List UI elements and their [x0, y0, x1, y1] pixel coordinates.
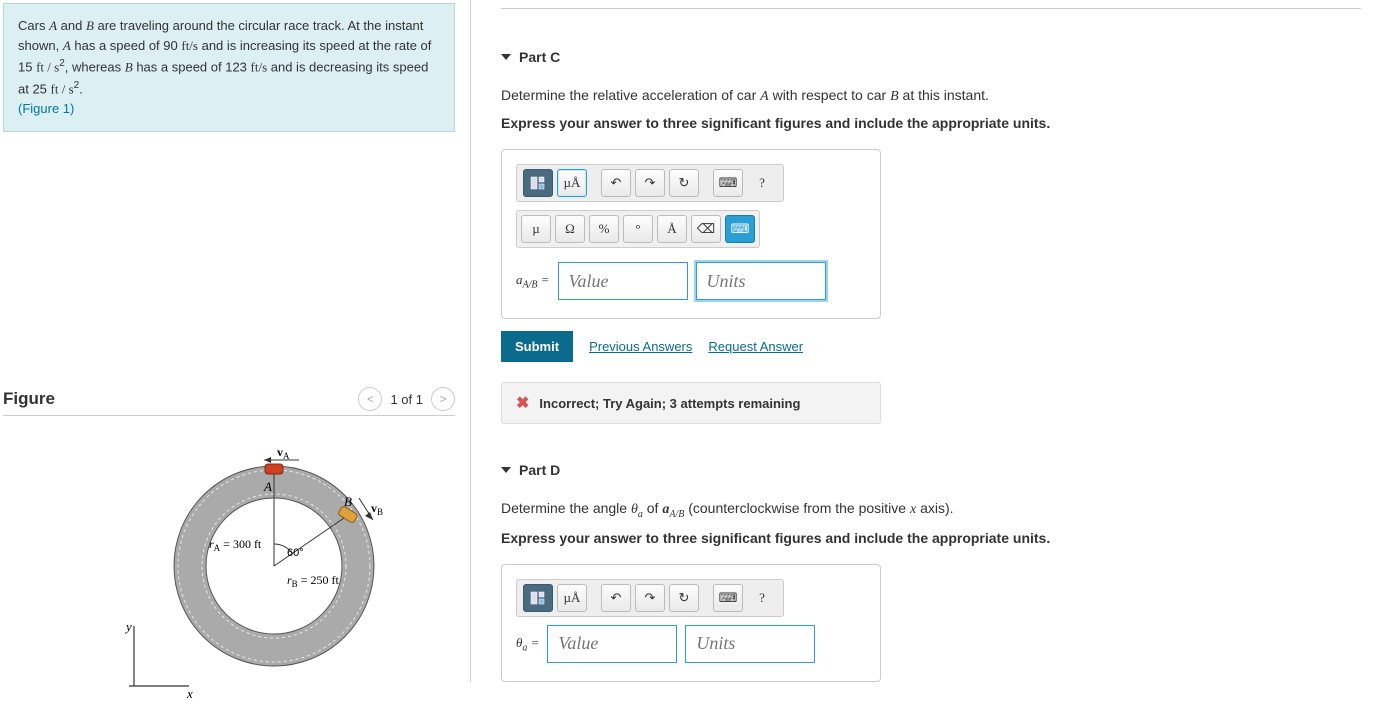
backspace-button[interactable]: ⌫	[691, 215, 721, 243]
part-d-header[interactable]: Part D	[501, 462, 1361, 478]
divider	[501, 8, 1361, 9]
txt: .	[79, 81, 83, 96]
special-chars-button[interactable]: µÅ	[557, 169, 587, 197]
value-input[interactable]	[547, 625, 677, 663]
value-input[interactable]	[558, 262, 688, 300]
part-c-header[interactable]: Part C	[501, 49, 1361, 65]
unit: ft / s	[51, 81, 74, 96]
var-a: A	[63, 38, 71, 53]
part-d-title: Part D	[519, 462, 560, 478]
help-button[interactable]: ?	[747, 584, 777, 612]
angstrom-button[interactable]: Å	[657, 215, 687, 243]
txt: at this instant.	[899, 87, 989, 103]
svg-text:vB: vB	[371, 501, 383, 517]
txt: has a speed of 90	[71, 38, 182, 53]
templates-button[interactable]	[523, 169, 553, 197]
figure-heading: Figure	[3, 389, 55, 409]
feedback-text: Incorrect; Try Again; 3 attempts remaini…	[539, 396, 800, 411]
figure-image: y x 60° vA A	[3, 436, 455, 706]
txt: axis).	[916, 500, 953, 516]
txt: Determine the angle	[501, 500, 631, 516]
collapse-icon	[501, 467, 511, 473]
var-b: B	[125, 60, 133, 75]
txt: (counterclockwise from the positive	[684, 500, 910, 516]
txt: has a speed of 123	[133, 60, 251, 75]
part-d-instruction: Express your answer to three significant…	[501, 530, 1361, 546]
txt: with respect to car	[769, 87, 890, 103]
degree-button[interactable]: °	[623, 215, 653, 243]
percent-button[interactable]: %	[589, 215, 619, 243]
previous-answers-link[interactable]: Previous Answers	[589, 339, 692, 354]
reset-button[interactable]: ↻	[669, 584, 699, 612]
part-c-title: Part C	[519, 49, 560, 65]
unit: ft/s	[181, 38, 198, 53]
txt: of	[643, 500, 662, 516]
incorrect-icon: ✖	[516, 393, 529, 413]
txt: Determine the relative acceleration of c…	[501, 87, 760, 103]
figure-header: Figure < 1 of 1 >	[3, 387, 455, 416]
submit-button[interactable]: Submit	[501, 331, 573, 362]
pager-prev-button[interactable]: <	[358, 387, 382, 411]
templates-button[interactable]	[523, 584, 553, 612]
special-char-palette: µ Ω % ° Å ⌫ ⌨	[516, 210, 760, 248]
unit: ft/s	[251, 60, 268, 75]
svg-text:60°: 60°	[287, 547, 304, 559]
units-input[interactable]	[696, 262, 826, 300]
omega-button[interactable]: Ω	[555, 215, 585, 243]
redo-button[interactable]: ↷	[635, 169, 665, 197]
pager-next-button[interactable]: >	[431, 387, 455, 411]
problem-statement: Cars A and B are traveling around the ci…	[3, 3, 455, 132]
reset-button[interactable]: ↻	[669, 169, 699, 197]
figure-link[interactable]: (Figure 1)	[18, 101, 74, 116]
answer-toolbar: µÅ ↶ ↷ ↻ ⌨ ?	[516, 164, 784, 202]
keyboard-button[interactable]: ⌨	[713, 169, 743, 197]
keyboard-button[interactable]: ⌨	[713, 584, 743, 612]
units-input[interactable]	[685, 625, 815, 663]
var-a: A	[49, 18, 57, 33]
input-label: θa =	[516, 635, 539, 654]
special-chars-button[interactable]: µÅ	[557, 584, 587, 612]
collapse-icon	[501, 54, 511, 60]
undo-button[interactable]: ↶	[601, 169, 631, 197]
request-answer-link[interactable]: Request Answer	[708, 339, 803, 354]
answer-toolbar: µÅ ↶ ↷ ↻ ⌨ ?	[516, 579, 784, 617]
figure-pager: < 1 of 1 >	[358, 387, 455, 411]
redo-button[interactable]: ↷	[635, 584, 665, 612]
undo-button[interactable]: ↶	[601, 584, 631, 612]
pager-text: 1 of 1	[390, 392, 423, 407]
feedback-box: ✖ Incorrect; Try Again; 3 attempts remai…	[501, 382, 881, 424]
input-label: aA/B =	[516, 272, 550, 291]
part-c-prompt: Determine the relative acceleration of c…	[501, 87, 1361, 105]
txt: , whereas	[65, 60, 125, 75]
svg-text:x: x	[186, 686, 193, 701]
svg-text:A: A	[263, 479, 272, 494]
part-c-answer-box: µÅ ↶ ↷ ↻ ⌨ ? µ Ω % ° Å ⌫ ⌨ aA/B =	[501, 149, 881, 319]
svg-text:vA: vA	[277, 445, 290, 461]
part-d-prompt: Determine the angle θa of aA/B (counterc…	[501, 500, 1361, 520]
part-c-instruction: Express your answer to three significant…	[501, 115, 1361, 131]
part-d-answer-box: µÅ ↶ ↷ ↻ ⌨ ? θa =	[501, 564, 881, 682]
txt: and	[57, 18, 86, 33]
submit-row: Submit Previous Answers Request Answer	[501, 331, 1361, 362]
kbd-button[interactable]: ⌨	[725, 215, 755, 243]
help-button[interactable]: ?	[747, 169, 777, 197]
var-b: B	[86, 18, 94, 33]
unit: ft / s	[36, 60, 59, 75]
mu-button[interactable]: µ	[521, 215, 551, 243]
svg-text:y: y	[124, 619, 132, 634]
txt: Cars	[18, 18, 49, 33]
svg-text:B: B	[344, 494, 352, 509]
